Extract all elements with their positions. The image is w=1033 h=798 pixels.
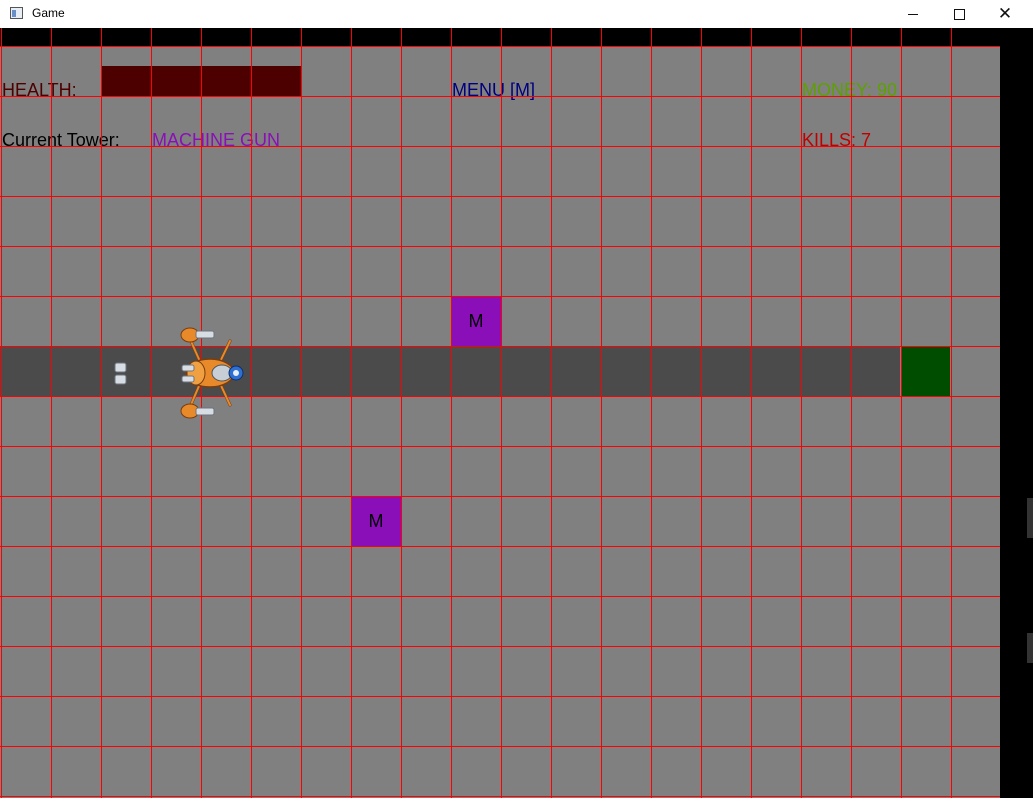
title-bar: Game ✕ (0, 0, 1033, 28)
window-edge-strip (1000, 28, 1033, 798)
app-window-icon (10, 7, 23, 19)
minimize-icon (908, 13, 918, 15)
game-board[interactable]: M M HEALTH: MENU [M] MONEY: 90 Current T… (0, 28, 1000, 798)
minimize-button[interactable] (890, 0, 936, 28)
maximize-button[interactable] (936, 0, 982, 28)
close-button[interactable]: ✕ (982, 0, 1028, 28)
orange-spider-robot-icon (180, 327, 244, 419)
maximize-icon (953, 8, 965, 20)
window-title: Game (32, 6, 65, 20)
grid-lines (0, 28, 1000, 798)
bullet-icon (114, 362, 127, 385)
